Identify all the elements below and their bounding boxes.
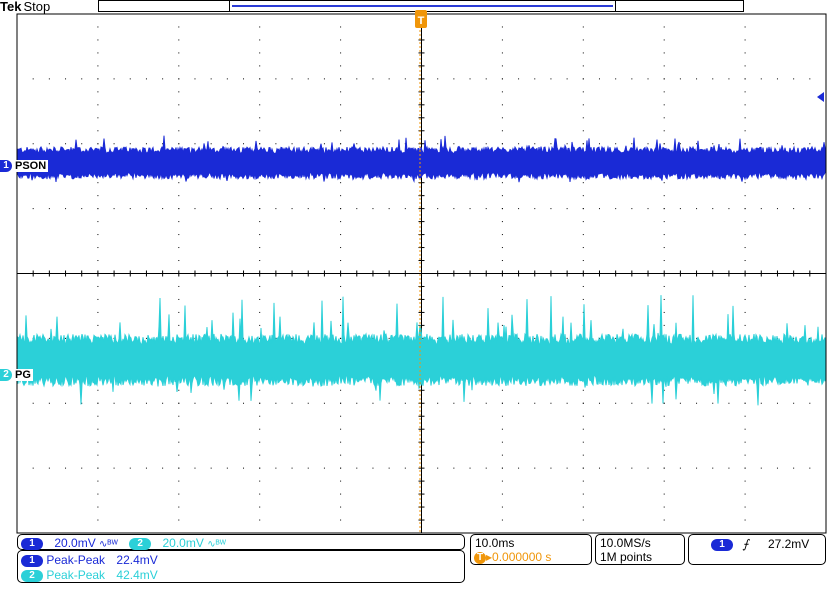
meas2-name: Peak-Peak [46,568,106,582]
meas1-value: 22.4mV [116,553,158,567]
trigger-position-marker[interactable]: T [415,10,427,30]
ch2-bandwidth-icon: ∿ᴮᵂ [207,539,226,550]
ch1-ground-marker[interactable]: 1 PSON [0,160,49,172]
waveform-display[interactable] [0,0,828,612]
trigger-level: 27.2mV [767,537,810,551]
ch1-number: 1 [0,160,12,172]
measurements-panel[interactable]: 1 Peak-Peak 22.4mV 2 Peak-Peak 42.4mV [17,550,465,583]
graticule [16,13,827,534]
timebase-scale: 10.0ms [475,536,515,550]
ch2-badge: 2 [129,537,152,550]
trigger-position-icon: T [474,551,486,564]
ch1-label: PSON [13,160,49,172]
sample-rate: 10.0MS/s [600,536,651,550]
meas2-badge: 2 [21,569,43,582]
meas1-name: Peak-Peak [46,553,106,567]
record-length: 1M points [600,550,653,564]
trigger-panel[interactable]: 1 ⨍ 27.2mV [688,534,826,565]
meas1-badge: 1 [21,554,43,567]
acquisition-panel[interactable]: 10.0MS/s 1M points [595,534,685,565]
meas2-value: 42.4mV [116,568,158,582]
ch2-scale: 20.0mV [162,536,204,550]
trigger-marker-label: T [418,15,425,27]
ch1-bandwidth-icon: ∿ᴮᵂ [99,539,118,550]
trigger-source-badge: 1 [711,538,733,551]
ch2-number: 2 [0,369,12,381]
timebase-panel[interactable]: 10.0ms T ▸0.000000 s [470,534,592,565]
ch2-label: PG [13,369,33,381]
trigger-level-arrow-icon[interactable] [817,92,824,102]
rising-edge-icon: ⨍ [742,537,749,551]
horizontal-position: ▸0.000000 s [486,550,552,564]
ch1-badge: 1 [21,537,43,550]
ch2-ground-marker[interactable]: 2 PG [0,369,33,381]
ch1-scale: 20.0mV [54,536,96,550]
vertical-scale-panel[interactable]: 1 20.0mV ∿ᴮᵂ 2 20.0mV ∿ᴮᵂ [17,534,465,550]
